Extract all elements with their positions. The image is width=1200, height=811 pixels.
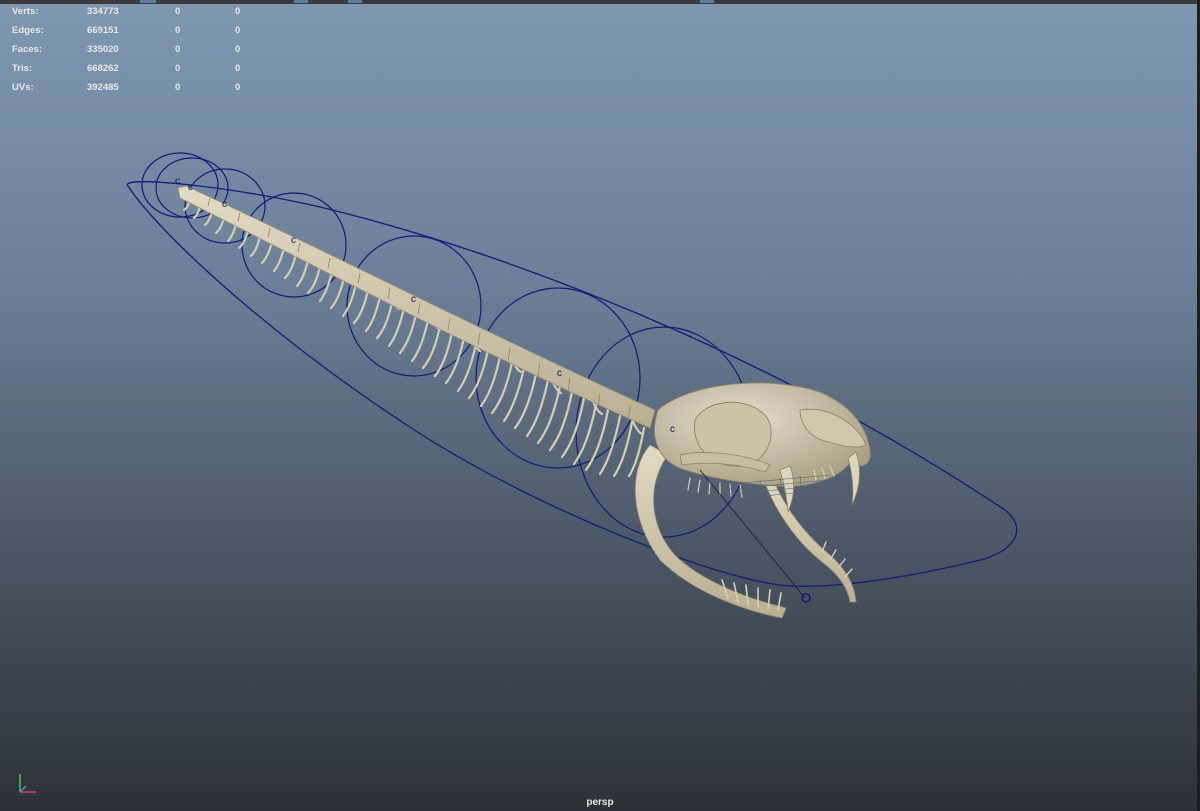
- xyz-axis-gizmo-icon: [19, 774, 36, 793]
- control-label: c: [670, 424, 675, 435]
- hud-label: Faces:: [12, 44, 43, 55]
- hud-selected2: 0: [235, 82, 241, 93]
- hud-selected: 0: [175, 82, 181, 93]
- hud-label: Verts:: [12, 6, 39, 17]
- rib-cage: [182, 196, 646, 478]
- hud-total: 392485: [87, 82, 119, 93]
- jaw-control-handle[interactable]: [801, 593, 811, 603]
- perspective-viewport[interactable]: c c c c c c c Verts: 334773 0 0 Edges: 6…: [0, 0, 1200, 811]
- camera-name-label: persp: [586, 797, 614, 808]
- control-label: c: [291, 235, 296, 246]
- hud-selected2: 0: [235, 63, 241, 74]
- control-label: c: [557, 368, 562, 379]
- hud-selected: 0: [175, 63, 181, 74]
- hud-selected2: 0: [235, 44, 241, 55]
- hud-selected: 0: [175, 25, 181, 36]
- hud-selected: 0: [175, 6, 181, 17]
- hud-selected2: 0: [235, 25, 241, 36]
- hud-total: 335020: [87, 44, 119, 55]
- control-label: c: [411, 294, 416, 305]
- hud-total: 668262: [87, 63, 119, 74]
- hud-selected: 0: [175, 44, 181, 55]
- control-label: c: [188, 182, 193, 193]
- hud-row-uvs: UVs: 392485 0 0: [12, 82, 252, 101]
- hud-row-edges: Edges: 669151 0 0: [12, 25, 252, 44]
- hud-label: UVs:: [12, 82, 34, 93]
- hud-row-faces: Faces: 335020 0 0: [12, 44, 252, 63]
- poly-count-hud: Verts: 334773 0 0 Edges: 669151 0 0 Face…: [12, 6, 252, 101]
- hud-row-verts: Verts: 334773 0 0: [12, 6, 252, 25]
- hud-label: Tris:: [12, 63, 33, 74]
- hud-label: Edges:: [12, 25, 44, 36]
- snake-skeleton-scene[interactable]: c c c c c c c: [0, 0, 1200, 811]
- fang-front: [847, 451, 860, 506]
- hud-row-tris: Tris: 668262 0 0: [12, 63, 252, 82]
- hud-total: 334773: [87, 6, 119, 17]
- hud-selected2: 0: [235, 6, 241, 17]
- control-label: c: [175, 176, 180, 187]
- control-label: c: [222, 199, 227, 210]
- spine-column: [177, 185, 656, 429]
- hud-total: 669151: [87, 25, 119, 36]
